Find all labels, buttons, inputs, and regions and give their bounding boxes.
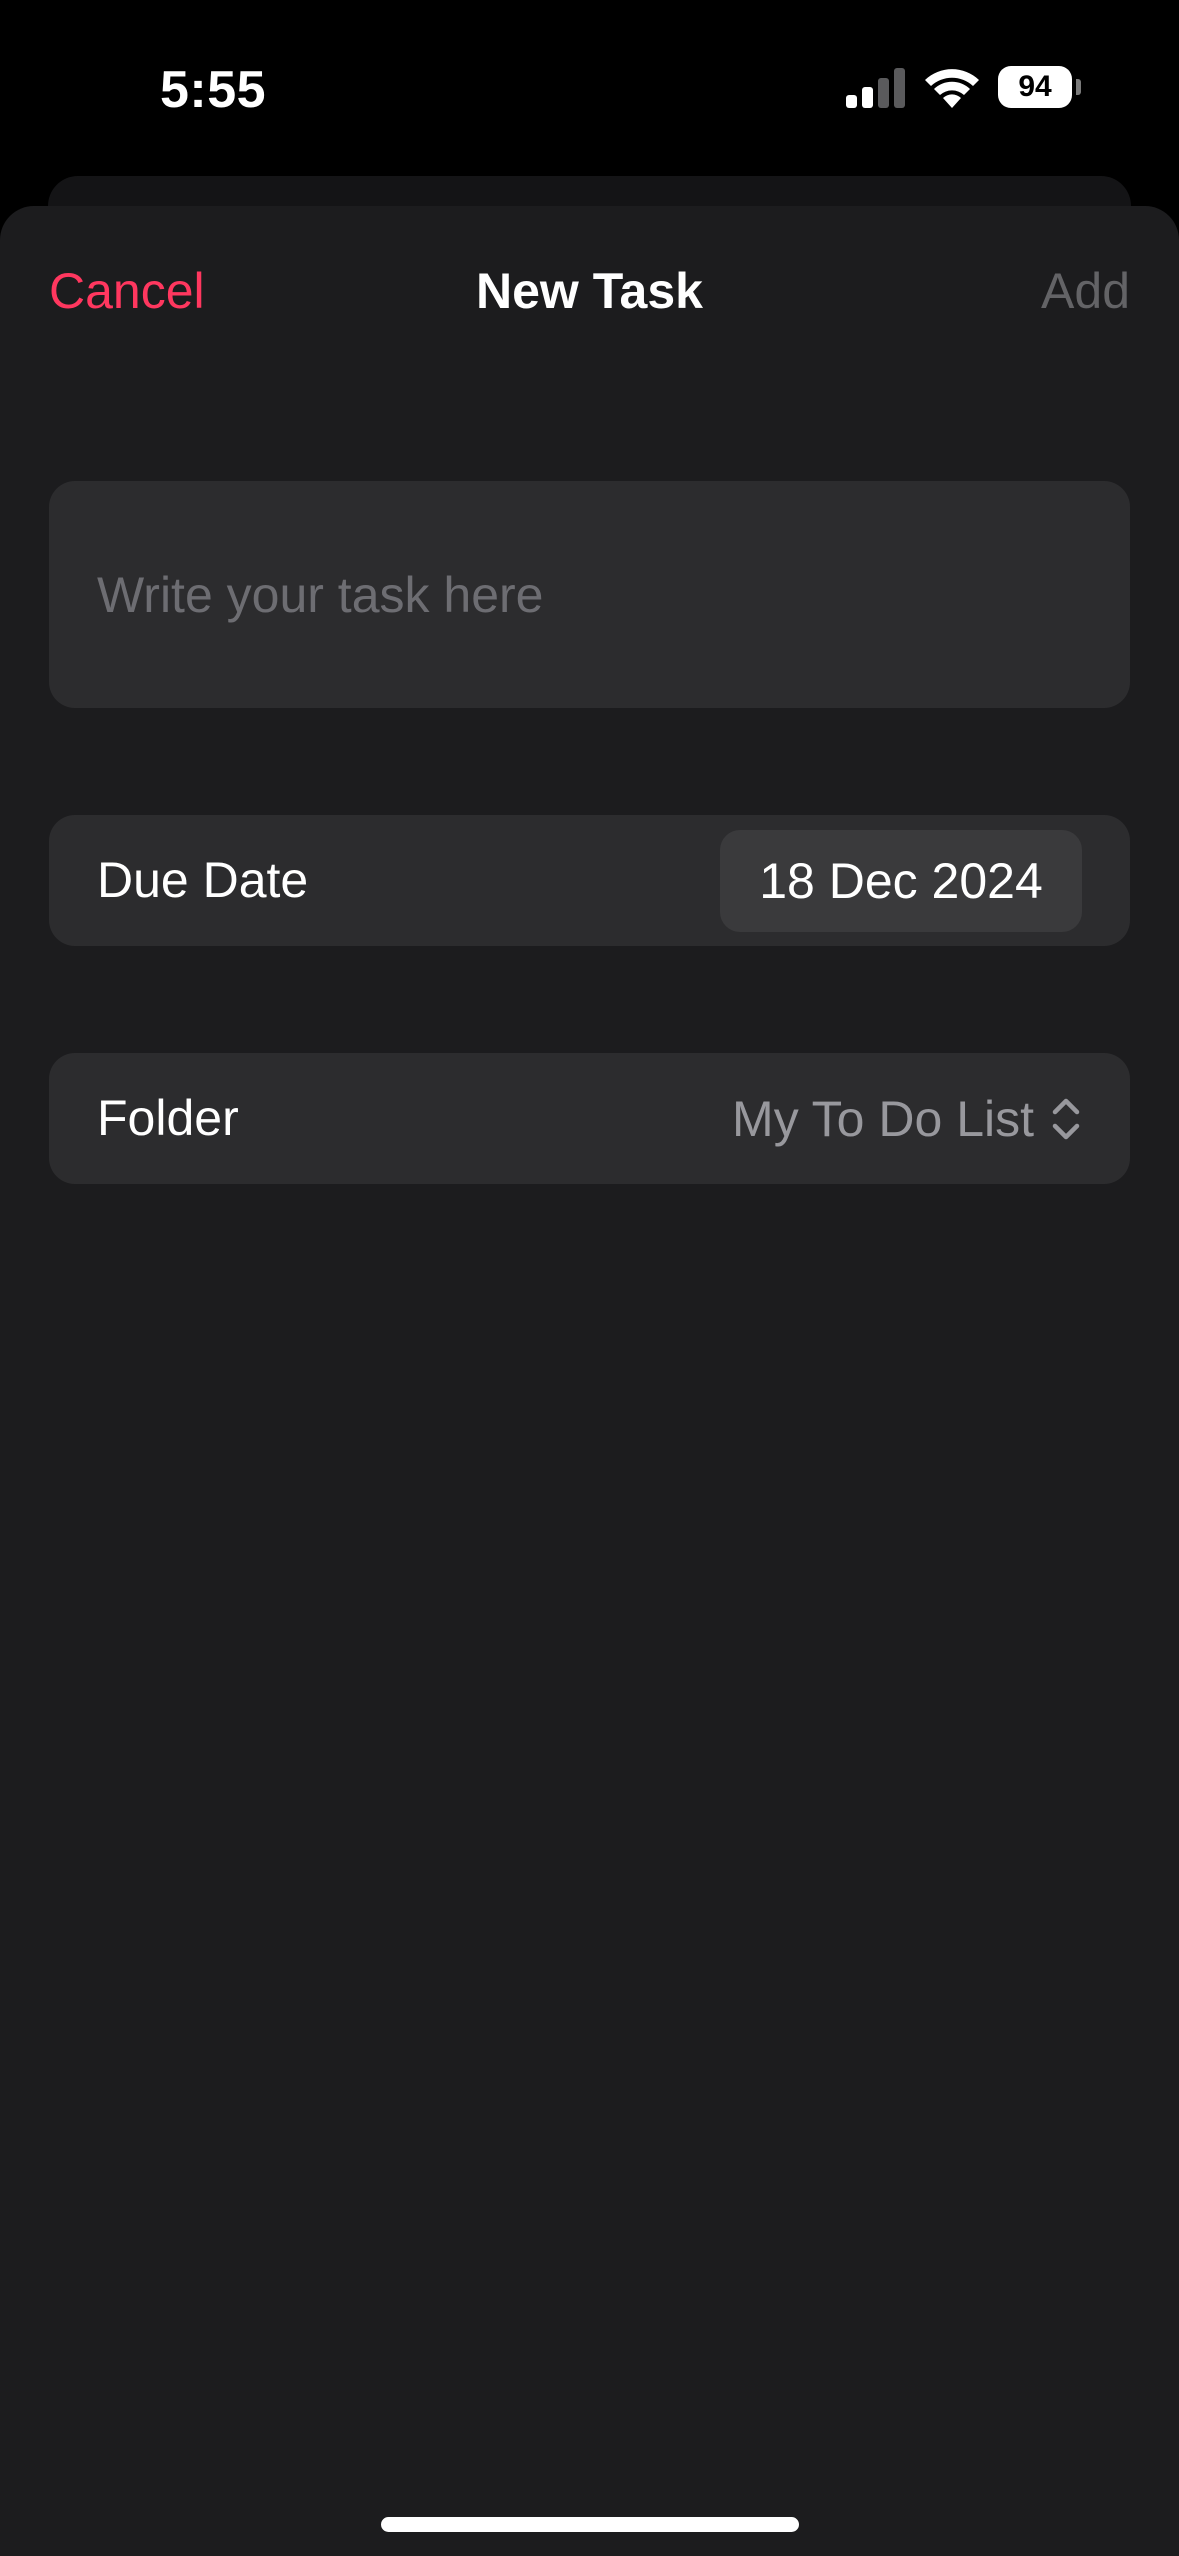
cancel-button[interactable]: Cancel (49, 256, 205, 326)
home-indicator[interactable] (381, 2517, 799, 2532)
task-input[interactable] (49, 481, 1130, 708)
folder-row: Folder My To Do List (49, 1053, 1130, 1184)
due-date-row: Due Date 18 Dec 2024 (49, 815, 1130, 946)
battery-level: 94 (998, 66, 1072, 108)
cellular-signal-icon (846, 68, 905, 108)
due-date-picker[interactable]: 18 Dec 2024 (720, 830, 1082, 932)
due-date-label: Due Date (97, 852, 309, 908)
chevron-up-down-icon (1052, 1098, 1080, 1139)
screen: 5:55 94 Cancel New Task Add Due Date 18 … (0, 0, 1179, 2556)
folder-value: My To Do List (732, 1090, 1034, 1147)
battery-tip (1076, 79, 1081, 95)
folder-label: Folder (97, 1090, 239, 1146)
folder-picker[interactable]: My To Do List (732, 1053, 1082, 1184)
status-time: 5:55 (160, 61, 267, 119)
wifi-icon (925, 69, 979, 108)
battery-icon: 94 (998, 66, 1082, 108)
add-button[interactable]: Add (1041, 256, 1130, 326)
